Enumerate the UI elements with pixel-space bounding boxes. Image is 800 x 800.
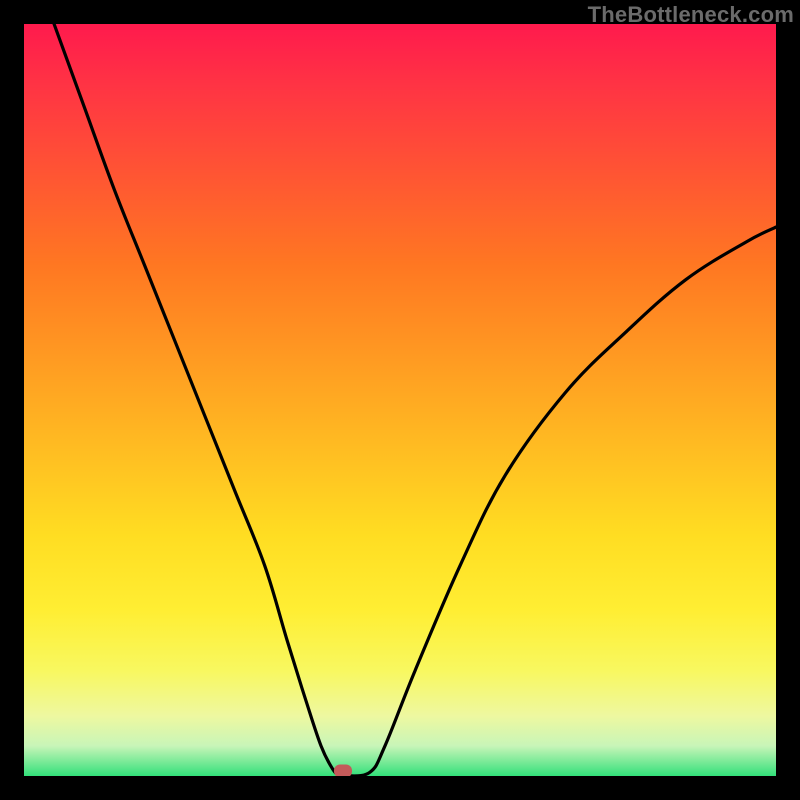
optimal-point-marker: [334, 765, 352, 776]
chart-frame: TheBottleneck.com: [0, 0, 800, 800]
bottleneck-curve: [54, 24, 776, 776]
curve-svg: [24, 24, 776, 776]
plot-area: [24, 24, 776, 776]
